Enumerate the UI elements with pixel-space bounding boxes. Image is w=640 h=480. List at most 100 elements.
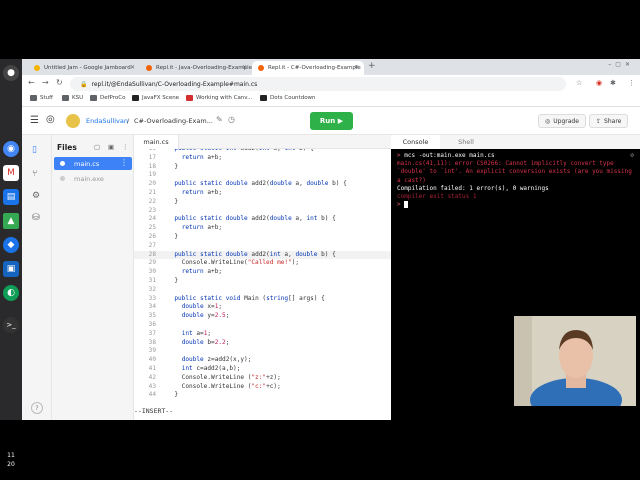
app-icon[interactable]: ◆ (3, 237, 19, 253)
file-menu-icon[interactable]: ⋮ (120, 158, 128, 167)
code-line[interactable]: 44 } (134, 391, 391, 400)
upgrade-label: Upgrade (553, 117, 579, 125)
database-icon[interactable]: ⛁ (32, 213, 40, 223)
code-line[interactable]: 41 int c=add2(a,b); (134, 365, 391, 374)
more-icon[interactable]: ⋮ (122, 143, 129, 151)
file-main-exe[interactable]: main.exe (54, 172, 132, 185)
code-line[interactable]: 31 } (134, 277, 391, 286)
code-line[interactable]: 18 } (134, 163, 391, 172)
history-icon[interactable]: ◷ (228, 115, 235, 124)
avatar[interactable] (66, 114, 80, 128)
share-button[interactable]: ⇪ Share (589, 114, 629, 128)
code-line[interactable]: 40 double z=add2(x,y); (134, 356, 391, 365)
forward-icon[interactable]: → (42, 78, 49, 87)
close-icon[interactable]: ✕ (130, 64, 135, 71)
username-link[interactable]: EndaSullivan (86, 117, 128, 125)
tab-shell[interactable]: Shell (446, 135, 486, 149)
file-main-cs[interactable]: main.cs ⋮ (54, 157, 132, 170)
code-line[interactable]: 24 public static double add2(double a, i… (134, 215, 391, 224)
code-line[interactable]: 29 Console.WriteLine("Called me!"); (134, 259, 391, 268)
browser-tab-csharp[interactable]: Repl.it - C#-Overloading-Example ✕ (252, 61, 364, 75)
code-line[interactable]: 38 double b=2.2; (134, 339, 391, 348)
launcher-icon[interactable]: ● (3, 65, 19, 81)
code-line[interactable]: 43 Console.WriteLine ("c:"+c); (134, 383, 391, 392)
puzzle-icon[interactable]: ✱ (610, 79, 616, 87)
code-line[interactable]: 28 public static double add2(int a, doub… (134, 250, 391, 260)
code-line[interactable]: 23 (134, 207, 391, 216)
browser-tab-java[interactable]: Repl.it - Java-Overloading-Example ✕ (140, 61, 252, 75)
gmail-icon[interactable]: M (3, 165, 19, 181)
new-tab-icon[interactable]: + (368, 61, 376, 71)
run-button[interactable]: Run ▶ (310, 112, 353, 130)
code-line[interactable]: 35 double y=2.5; (134, 312, 391, 321)
code-line[interactable]: 22 } (134, 198, 391, 207)
code-line[interactable]: 17 return a+b; (134, 154, 391, 163)
code-line[interactable]: 19 (134, 171, 391, 180)
code-line[interactable]: 36 (134, 321, 391, 330)
browser-tab-jamboard[interactable]: Untitled Jam - Google Jamboard ✕ (28, 61, 140, 75)
version-control-icon[interactable]: ⑂ (32, 169, 37, 179)
reload-icon[interactable]: ↻ (56, 78, 63, 87)
code-line[interactable]: 42 Console.WriteLine ("z:"+z); (134, 374, 391, 383)
code-text: public static double add2(int a, double … (174, 250, 336, 258)
code-line[interactable]: 30 return a+b; (134, 268, 391, 277)
extension-icon[interactable]: ◉ (596, 79, 602, 87)
code-line[interactable]: 27 (134, 242, 391, 251)
chrome-icon[interactable]: ◉ (3, 141, 19, 157)
console-input-line[interactable]: > (397, 201, 634, 209)
add-file-icon[interactable]: ▢ (94, 143, 100, 151)
window-controls[interactable]: –▢✕ (608, 61, 634, 68)
line-number: 26 (148, 233, 156, 240)
share-icon: ⇪ (596, 117, 602, 125)
code-editor[interactable]: main.cs 16 public static int add2(int a,… (134, 135, 391, 420)
code-line[interactable]: 25 return a+b; (134, 224, 391, 233)
close-icon[interactable]: ✕ (242, 64, 247, 71)
drive-icon[interactable]: ▲ (3, 213, 19, 229)
bookmark-canvas[interactable]: Working with Canv... (186, 95, 252, 101)
editor-tabs: main.cs (134, 135, 391, 149)
tab-console[interactable]: Console (391, 135, 440, 149)
line-number: 41 (148, 365, 156, 372)
editor-tab-main-cs[interactable]: main.cs (134, 135, 179, 149)
project-title[interactable]: C#-Overloading-Exam... (134, 117, 213, 125)
code-line[interactable]: 21 return a+b; (134, 189, 391, 198)
edit-pencil-icon[interactable]: ✎ (216, 115, 223, 124)
back-icon[interactable]: ← (28, 78, 35, 87)
clear-console-icon[interactable]: ⊘ (630, 152, 634, 160)
code-line[interactable]: 34 double x=1; (134, 303, 391, 312)
console-command-line: > mcs -out:main.exe main.cs (397, 152, 634, 160)
bookmark-javafx[interactable]: JavaFX Scene (132, 95, 179, 101)
bookmark-stuff[interactable]: Stuff (30, 95, 53, 101)
menu-dots-icon[interactable]: ⋮ (628, 79, 635, 87)
code-line[interactable]: 32 (134, 286, 391, 295)
code-area[interactable]: 16 public static int add2(int a, int b) … (134, 149, 391, 405)
tab-strip: Untitled Jam - Google Jamboard ✕ Repl.it… (22, 59, 640, 75)
code-line[interactable]: 39 (134, 347, 391, 356)
code-line[interactable]: 37 int a=1; (134, 330, 391, 339)
files-icon[interactable]: ▯ (32, 145, 37, 155)
webcam-overlay (514, 316, 636, 406)
help-icon[interactable]: ? (31, 402, 43, 414)
settings-gear-icon[interactable]: ⚙ (32, 191, 40, 201)
bookmark-defproco[interactable]: DefProCo (90, 95, 126, 101)
docs-icon[interactable]: ▤ (3, 189, 19, 205)
url-bar[interactable]: 🔒 repl.it/@EndaSullivan/C-Overloading-Ex… (70, 77, 566, 91)
meet-icon[interactable]: ◐ (3, 285, 19, 301)
code-line[interactable]: 26 } (134, 233, 391, 242)
jamboard-favicon-icon (34, 65, 40, 71)
replit-logo-icon[interactable]: ◎ (46, 114, 55, 125)
upgrade-button[interactable]: ◎ Upgrade (538, 114, 586, 128)
bookmark-ksu[interactable]: KSU (62, 95, 83, 101)
star-icon[interactable]: ☆ (576, 79, 582, 87)
terminal-icon[interactable]: >_ (3, 317, 19, 333)
code-text: int a=1; (181, 329, 212, 337)
webcam-person-image (514, 316, 636, 406)
add-folder-icon[interactable]: ▣ (108, 143, 114, 151)
close-icon[interactable]: ✕ (354, 64, 359, 71)
calendar-icon[interactable]: ▣ (3, 261, 19, 277)
code-line[interactable]: 20 public static double add2(double a, d… (134, 180, 391, 189)
console-command: mcs -out:main.exe main.cs (404, 152, 495, 159)
code-line[interactable]: 33 public static void Main (string[] arg… (134, 295, 391, 304)
bookmark-dots[interactable]: Dots Countdown (260, 95, 316, 101)
hamburger-menu-icon[interactable]: ☰ (30, 115, 39, 126)
